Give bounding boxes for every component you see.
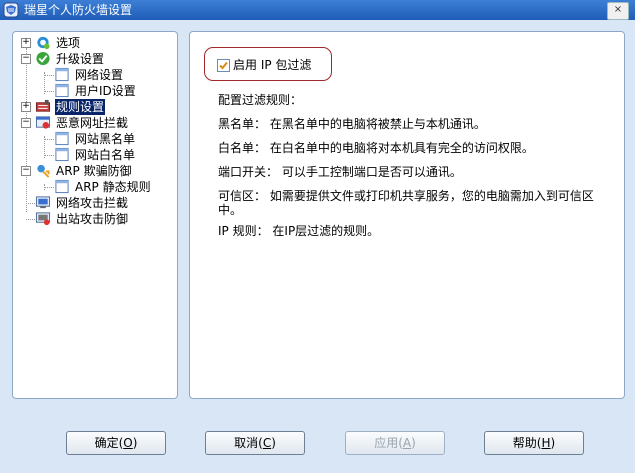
tree-item-site-whitelist[interactable]: 网站白名单 (13, 147, 173, 163)
tree-connector (44, 75, 54, 76)
settings-tree: + 选项 − 升级设置 网络设置 用户ID设置 + 规则设置 − 恶意网址拦截 … (12, 31, 178, 399)
help-button[interactable]: 帮助(H) (484, 431, 584, 455)
outbound-attack-icon (35, 212, 51, 226)
arp-icon (37, 164, 50, 178)
tree-item-outbound-attack-defense[interactable]: 出站攻击防御 (13, 211, 173, 227)
apply-button-label: 应用 (374, 436, 399, 450)
tree-item-user-id-settings[interactable]: 用户ID设置 (13, 83, 173, 99)
update-icon (36, 51, 50, 66)
enable-ip-filter-group: 启用 IP 包过滤 (204, 47, 332, 81)
tree-connector (44, 155, 54, 156)
tree-item-malicious-url-block[interactable]: − 恶意网址拦截 (13, 115, 173, 131)
tree-item-label: 网站黑名单 (75, 132, 136, 146)
page-icon (55, 83, 69, 98)
page-icon (55, 147, 69, 162)
tree-connector (44, 91, 54, 92)
collapse-toggle[interactable]: − (21, 54, 31, 64)
ok-hotkey: O (123, 436, 133, 450)
tree-item-label: 网站白名单 (75, 148, 136, 162)
checkmark-icon (219, 61, 228, 70)
tree-item-label: 恶意网址拦截 (56, 116, 129, 130)
cancel-hotkey: C (262, 436, 272, 450)
rules-icon (35, 99, 51, 112)
network-attack-icon (35, 196, 51, 209)
tree-item-label: 升级设置 (56, 52, 105, 66)
page-icon (55, 67, 69, 82)
ip-rules-description: IP 规则： 在IP层过滤的规则。 (218, 224, 380, 238)
tree-item-label: 用户ID设置 (75, 84, 136, 98)
port-switch-description: 端口开关： 可以手工控制端口是否可以通讯。 (218, 165, 462, 179)
tree-item-label: 规则设置 (55, 99, 106, 115)
apply-button[interactable]: 应用(A) (345, 431, 445, 455)
url-block-icon (35, 116, 51, 129)
expand-toggle[interactable]: + (21, 102, 31, 112)
title-bar[interactable]: 瑞星个人防火墙设置 × (0, 0, 635, 20)
apply-hotkey: A (402, 436, 412, 450)
collapse-toggle[interactable]: − (21, 166, 31, 176)
tree-connector (26, 203, 35, 204)
close-icon: × (613, 4, 623, 15)
enable-ip-filter-label[interactable]: 启用 IP 包过滤 (233, 56, 311, 73)
enable-ip-filter-checkbox[interactable] (217, 59, 230, 72)
trusted-zone-description: 可信区： 如需要提供文件或打印机共享服务，您的电脑需加入到可信区中。 (218, 189, 594, 217)
tree-item-site-blacklist[interactable]: 网站黑名单 (13, 131, 173, 147)
help-hotkey: H (541, 436, 551, 450)
tree-item-arp-defense[interactable]: − ARP 欺骗防御 (13, 163, 173, 179)
dialog-button-bar: 确定(O) 取消(C) 应用(A) 帮助(H) (0, 415, 635, 473)
window-title: 瑞星个人防火墙设置 (24, 3, 133, 17)
filter-rules-heading: 配置过滤规则： (218, 93, 303, 107)
ok-button[interactable]: 确定(O) (66, 431, 166, 455)
gear-icon (37, 36, 50, 50)
page-icon (55, 179, 69, 194)
tree-item-rule-settings[interactable]: + 规则设置 (13, 99, 173, 115)
expand-toggle[interactable]: + (21, 38, 31, 48)
tree-connector (44, 139, 54, 140)
whitelist-description: 白名单： 在白名单中的电脑将对本机具有完全的访问权限。 (218, 141, 534, 155)
tree-item-label: 网络攻击拦截 (56, 196, 129, 210)
help-button-label: 帮助 (512, 436, 537, 450)
cancel-button[interactable]: 取消(C) (205, 431, 305, 455)
ok-button-label: 确定 (94, 436, 119, 450)
cancel-button-label: 取消 (234, 436, 259, 450)
collapse-toggle[interactable]: − (21, 118, 31, 128)
tree-item-network-settings[interactable]: 网络设置 (13, 67, 173, 83)
tree-connector (44, 187, 54, 188)
settings-window: 瑞星个人防火墙设置 × + 选项 − 升级设置 网络设置 用户ID设置 + 规则… (0, 0, 635, 473)
tree-item-update-settings[interactable]: − 升级设置 (13, 51, 173, 67)
tree-item-label: 选项 (56, 36, 81, 50)
tree-item-label: ARP 欺骗防御 (56, 164, 132, 178)
page-icon (55, 131, 69, 146)
blacklist-description: 黑名单： 在黑名单中的电脑将被禁止与本机通讯。 (218, 117, 486, 131)
tree-connector (26, 219, 35, 220)
tree-item-arp-static-rules[interactable]: ARP 静态规则 (13, 179, 173, 195)
close-button[interactable]: × (607, 2, 629, 20)
tree-item-options[interactable]: + 选项 (13, 35, 173, 51)
tree-item-label: 出站攻击防御 (56, 212, 129, 226)
tree-item-label: ARP 静态规则 (75, 180, 151, 194)
tree-item-network-attack-block[interactable]: 网络攻击拦截 (13, 195, 173, 211)
firewall-shield-icon (3, 2, 19, 18)
tree-item-label: 网络设置 (75, 68, 124, 82)
rule-settings-panel: 启用 IP 包过滤 配置过滤规则： 黑名单： 在黑名单中的电脑将被禁止与本机通讯… (189, 31, 625, 399)
